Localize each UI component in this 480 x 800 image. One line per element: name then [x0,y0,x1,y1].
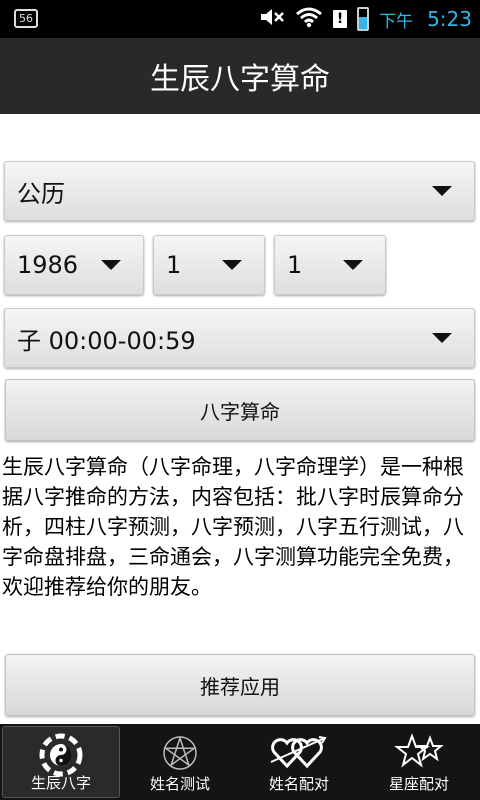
tab-zodiac-match-label: 星座配对 [388,775,449,793]
pentagram-icon [160,732,200,776]
bottom-nav: 生辰八字 姓名测试 姓名配对 星座配对 [0,724,480,800]
tab-name-match[interactable]: 姓名配对 [240,726,358,798]
chevron-down-icon [432,333,452,343]
tab-zodiac-match[interactable]: 星座配对 [360,726,478,798]
tab-name-match-label: 姓名配对 [268,775,329,793]
day-value: 1 [287,251,303,279]
calendar-type-select[interactable]: 公历 [4,161,475,221]
clock-ampm: 下午 [379,11,414,32]
page-title: 生辰八字算命 [150,62,330,97]
title-bar: 生辰八字算命 [0,38,480,114]
chevron-down-icon [101,260,121,270]
calculate-button[interactable]: 八字算命 [5,379,475,441]
tab-name-test-label: 姓名测试 [149,775,210,793]
hearts-arrow-icon [267,732,331,776]
chevron-down-icon [432,186,452,196]
clock-time: 5:23 [427,7,472,31]
status-icons: ! 下午 5:23 [259,0,472,38]
wifi-icon [295,6,323,32]
month-select[interactable]: 1 [153,235,265,295]
chevron-down-icon [343,260,363,270]
mute-icon [259,6,285,32]
status-bar: 56 ! 下午 5:23 [0,0,480,38]
hour-period-select[interactable]: 子 00:00-00:59 [4,308,475,368]
chevron-down-icon [222,260,242,270]
battery-icon [357,7,370,31]
year-select[interactable]: 1986 [4,235,144,295]
day-select[interactable]: 1 [274,235,386,295]
main-content: 公历 1986 1 1 子 00:00-00:59 八字算命 生辰八字算命（八字… [0,114,480,724]
calendar-type-value: 公历 [17,179,65,208]
tab-bazi[interactable]: 生辰八字 [2,726,120,798]
tab-bazi-label: 生辰八字 [30,774,91,792]
recommend-app-button[interactable]: 推荐应用 [5,654,475,716]
app-description: 生辰八字算命（八字命理，八字命理学）是一种根据八字推命的方法，内容包括：批八字时… [2,455,464,599]
month-value: 1 [166,251,182,279]
tab-name-test[interactable]: 姓名测试 [121,726,239,798]
year-value: 1986 [17,251,79,279]
notification-badge: 56 [14,9,38,28]
stars-icon [394,732,444,776]
hour-period-value: 子 00:00-00:59 [17,326,196,355]
alert-icon: ! [333,10,348,28]
